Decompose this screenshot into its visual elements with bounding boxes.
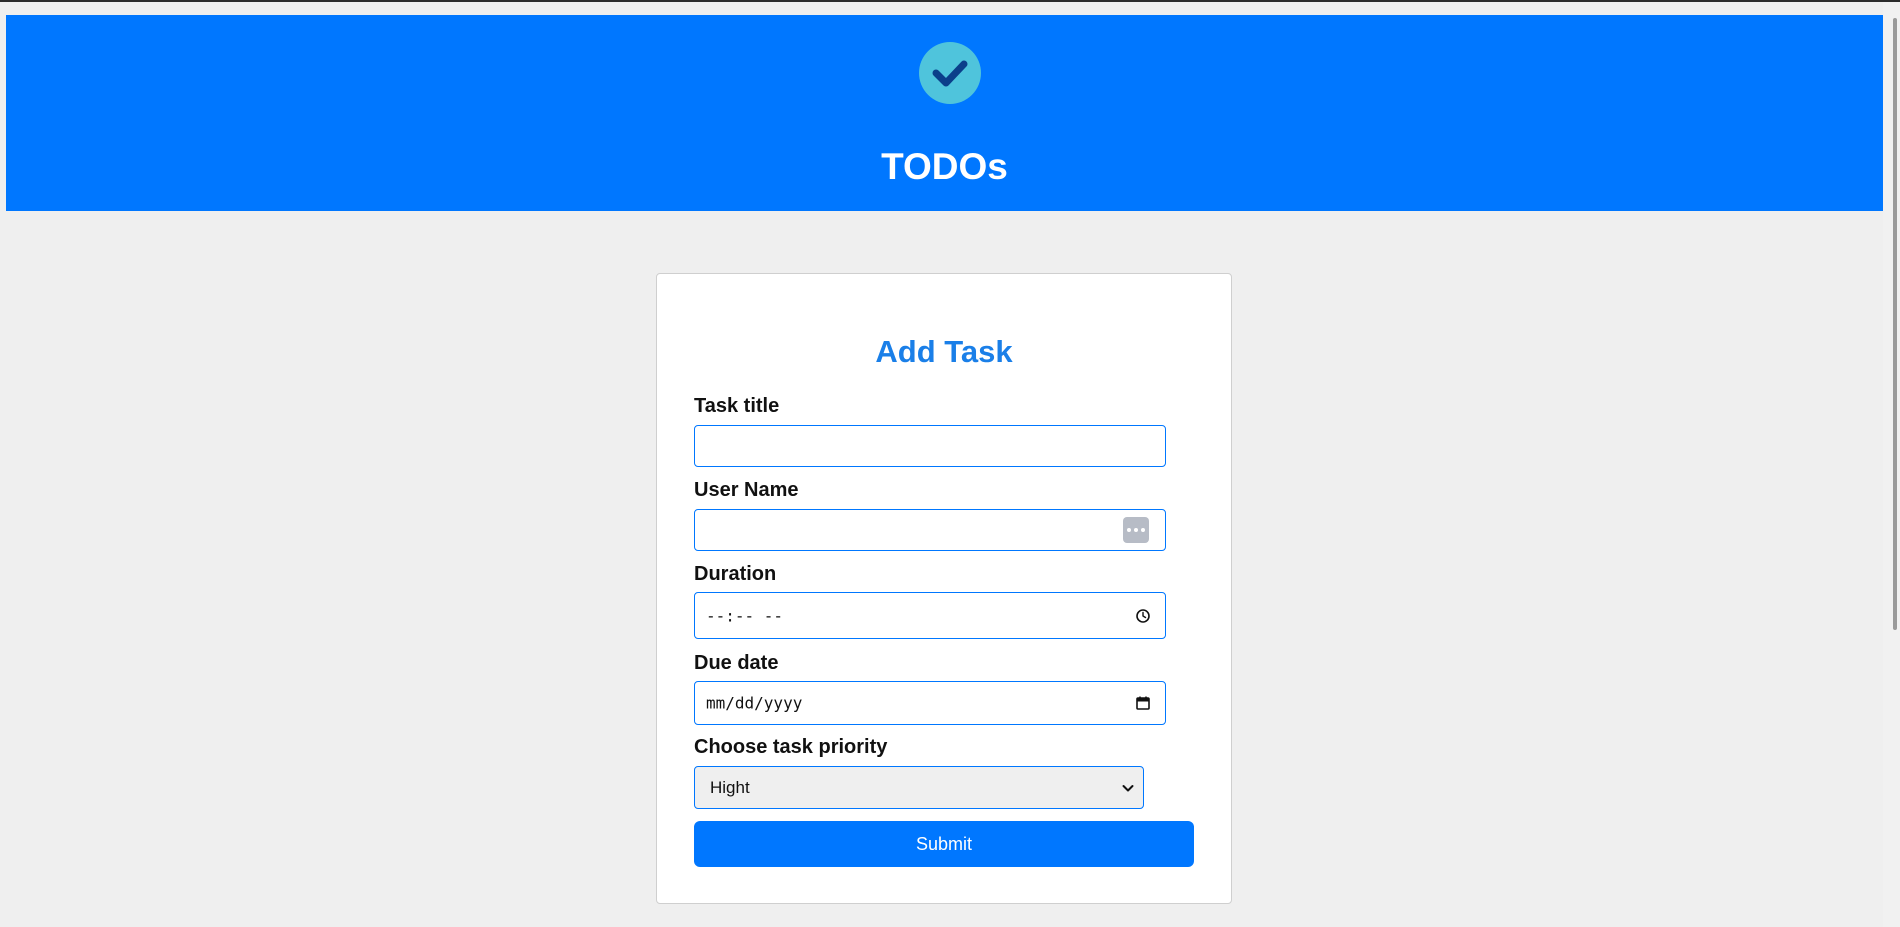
submit-button[interactable]: Submit (694, 821, 1194, 867)
due-date-label: Due date (694, 652, 779, 674)
app-title: TODOs (881, 146, 1008, 187)
check-circle-icon (919, 42, 981, 104)
duration-label: Duration (694, 563, 777, 585)
priority-select[interactable]: Hight (694, 766, 1144, 809)
calendar-icon[interactable] (1135, 695, 1151, 711)
due-date-input[interactable]: mm/dd/yyyy (694, 681, 1166, 725)
duration-input[interactable]: --:-- -- (694, 592, 1166, 639)
priority-label: Choose task priority (694, 736, 888, 758)
form-title: Add Task (875, 334, 1013, 369)
clock-icon[interactable] (1135, 608, 1151, 624)
page-scrollbar[interactable] (1883, 2, 1900, 927)
user-name-input[interactable] (694, 509, 1166, 551)
task-title-label: Task title (694, 395, 780, 417)
scrollbar-thumb[interactable] (1893, 18, 1897, 630)
task-title-input[interactable] (694, 425, 1166, 467)
user-name-label: User Name (694, 479, 799, 501)
priority-selected-value: Hight (710, 777, 750, 797)
dots-icon[interactable] (1123, 517, 1149, 543)
due-date-placeholder: mm/dd/yyyy (706, 693, 803, 713)
app-header: TODOs (6, 15, 1883, 211)
window-top-border (0, 0, 1900, 2)
chevron-down-icon (1122, 784, 1134, 791)
duration-placeholder: --:-- -- (706, 606, 784, 625)
